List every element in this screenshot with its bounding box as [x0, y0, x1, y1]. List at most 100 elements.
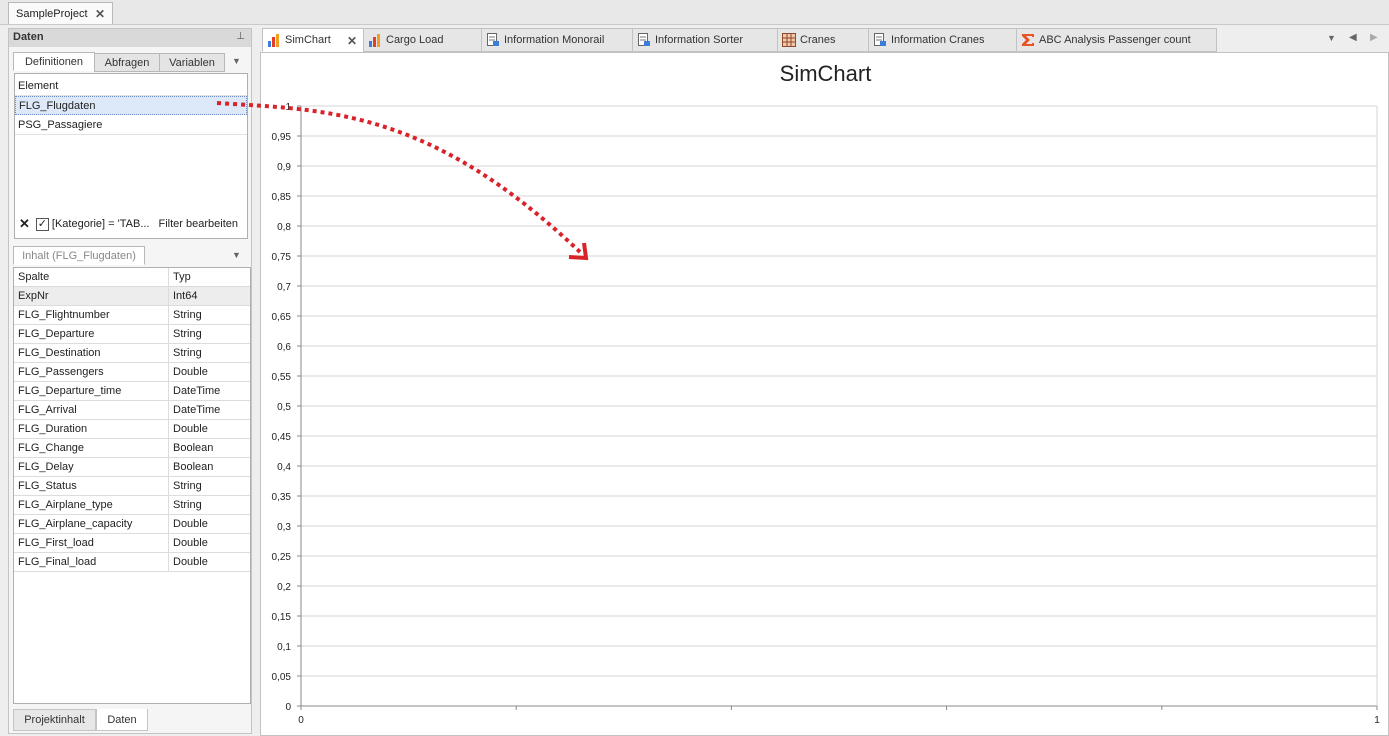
tab-information-monorail[interactable]: Information Monorail	[481, 28, 633, 52]
x-tick-label: 1	[1374, 715, 1380, 726]
tab-label: Inhalt (FLG_Flugdaten)	[22, 249, 136, 262]
list-item[interactable]: FLG_Flugdaten	[15, 96, 247, 115]
grid-cell-column[interactable]: FLG_Airplane_type	[14, 496, 169, 515]
grid-cell-column[interactable]: FLG_Flightnumber	[14, 306, 169, 325]
grid-cell-column[interactable]: FLG_Arrival	[14, 401, 169, 420]
list-item[interactable]: PSG_Passagiere	[15, 116, 247, 135]
grid-cell-type[interactable]: String	[169, 477, 250, 496]
y-tick-label: 0,6	[277, 342, 291, 353]
grid-cell-column[interactable]: FLG_Delay	[14, 458, 169, 477]
grid-cell-type[interactable]: String	[169, 496, 250, 515]
grid-cell-type[interactable]: Boolean	[169, 439, 250, 458]
tab-content[interactable]: Inhalt (FLG_Flugdaten)	[13, 246, 145, 265]
tab-simchart[interactable]: SimChart ✕	[262, 28, 364, 52]
grid-cell-type[interactable]: Double	[169, 553, 250, 572]
grid-cell-type[interactable]: String	[169, 325, 250, 344]
tab-abfragen[interactable]: Abfragen	[94, 53, 160, 72]
chevron-down-icon[interactable]: ▼	[232, 250, 241, 260]
grid-cell-type[interactable]: Boolean	[169, 458, 250, 477]
y-tick-label: 0,05	[272, 672, 292, 683]
grid-cell-column[interactable]: FLG_Airplane_capacity	[14, 515, 169, 534]
y-tick-label: 0,85	[272, 192, 292, 203]
grid-cell-column[interactable]: FLG_Change	[14, 439, 169, 458]
bottom-tabs: Projektinhalt Daten	[9, 709, 251, 733]
y-tick-label: 0,25	[272, 552, 292, 563]
grid-cell-type[interactable]: DateTime	[169, 401, 250, 420]
filter-checkbox[interactable]: ✓	[35, 217, 49, 231]
grid-cell-column[interactable]: FLG_Final_load	[14, 553, 169, 572]
tab-daten[interactable]: Daten	[96, 709, 148, 731]
project-tab-label: SampleProject	[16, 7, 88, 20]
tab-definitionen[interactable]: Definitionen	[13, 52, 95, 71]
grid-cell-type[interactable]: Double	[169, 534, 250, 553]
grid-cell-type[interactable]: String	[169, 344, 250, 363]
tab-label: Information Cranes	[891, 34, 985, 46]
tab-variablen[interactable]: Variablen	[159, 53, 225, 72]
chart-plot: 0 0,05 0,1 0,15 0,2 0,25 0,3 0,35 0,4 0,45 0,5 0,55…	[272, 102, 1381, 726]
tab-label: Information Monorail	[504, 34, 605, 46]
grid-cell-column[interactable]: FLG_Status	[14, 477, 169, 496]
tab-label: Daten	[107, 713, 137, 726]
y-tick-label: 0,15	[272, 612, 292, 623]
clear-filter-icon[interactable]: ✕	[19, 216, 30, 232]
tab-label: Information Sorter	[655, 34, 744, 46]
y-tick-label: 0,8	[277, 222, 291, 233]
scroll-right-icon[interactable]: ▶	[1370, 32, 1378, 43]
tab-abc-analysis-passenger-count[interactable]: ABC Analysis Passenger count	[1016, 28, 1217, 52]
y-tick-label: 0,1	[277, 642, 291, 653]
tab-cranes[interactable]: Cranes	[777, 28, 869, 52]
edit-filter-link[interactable]: Filter bearbeiten	[159, 218, 239, 230]
grid-cell-type[interactable]: Double	[169, 363, 250, 382]
column-grid: Spalte Typ ExpNr Int64 FLG_Flightnumber Str…	[13, 267, 251, 704]
grid-cell-column[interactable]: FLG_Duration	[14, 420, 169, 439]
sigma-icon	[1021, 33, 1035, 47]
y-tick-label: 0,3	[277, 522, 291, 533]
list-item-label: FLG_Flugdaten	[19, 99, 96, 112]
panel-title: Daten	[13, 31, 44, 43]
y-tick-label: 0,45	[272, 432, 292, 443]
y-tick-label: 0,5	[277, 402, 291, 413]
grid-cell-type[interactable]: String	[169, 306, 250, 325]
element-list: Element FLG_Flugdaten PSG_Passagiere ✕ ✓…	[14, 73, 248, 239]
grid-cell-column[interactable]: FLG_Passengers	[14, 363, 169, 382]
project-tab[interactable]: SampleProject ✕	[8, 2, 113, 24]
tab-cargo-load[interactable]: Cargo Load	[363, 28, 482, 52]
chart-tab-strip: SimChart ✕ Cargo Load Information Monorail I…	[260, 28, 1389, 52]
tab-information-sorter[interactable]: Information Sorter	[632, 28, 778, 52]
grid-cell-type[interactable]: Double	[169, 420, 250, 439]
tab-label: ABC Analysis Passenger count	[1039, 34, 1191, 46]
y-tick-label: 0,4	[277, 462, 291, 473]
grid-cell-type[interactable]: Int64	[169, 287, 250, 306]
y-tick-label: 0,7	[277, 282, 291, 293]
y-tick-label: 0,55	[272, 372, 292, 383]
bar-chart-icon	[267, 33, 281, 47]
y-tick-label: 0	[285, 702, 291, 713]
element-list-header: Element	[15, 77, 247, 96]
scroll-left-icon[interactable]: ◀	[1349, 32, 1357, 43]
grid-cell-type[interactable]: Double	[169, 515, 250, 534]
tab-information-cranes[interactable]: Information Cranes	[868, 28, 1017, 52]
grid-cell-column[interactable]: ExpNr	[14, 287, 169, 306]
chevron-down-icon[interactable]: ▼	[232, 56, 241, 66]
grid-cell-type[interactable]: DateTime	[169, 382, 250, 401]
pin-icon[interactable]: ⊥	[236, 31, 245, 42]
grid-header-type[interactable]: Typ	[169, 268, 250, 287]
y-tick-label: 0,65	[272, 312, 292, 323]
chevron-down-icon[interactable]: ▼	[1327, 33, 1336, 43]
tab-label: Variablen	[169, 56, 215, 69]
data-panel: Daten ⊥ Definitionen Abfragen Variablen …	[8, 28, 252, 734]
close-icon[interactable]: ✕	[95, 7, 105, 21]
y-tick-label: 0,75	[272, 252, 292, 263]
report-icon	[486, 33, 500, 47]
grid-cell-column[interactable]: FLG_Departure	[14, 325, 169, 344]
tab-label: Projektinhalt	[24, 714, 85, 726]
document-tab-bar: SampleProject ✕	[0, 0, 1389, 25]
grid-header-column[interactable]: Spalte	[14, 268, 169, 287]
grid-cell-column[interactable]: FLG_Destination	[14, 344, 169, 363]
close-icon[interactable]: ✕	[347, 34, 357, 48]
y-tick-label: 0,95	[272, 132, 292, 143]
grid-cell-column[interactable]: FLG_Departure_time	[14, 382, 169, 401]
tab-projektinhalt[interactable]: Projektinhalt	[13, 709, 96, 731]
grid-cell-column[interactable]: FLG_First_load	[14, 534, 169, 553]
bar-chart-icon	[368, 33, 382, 47]
